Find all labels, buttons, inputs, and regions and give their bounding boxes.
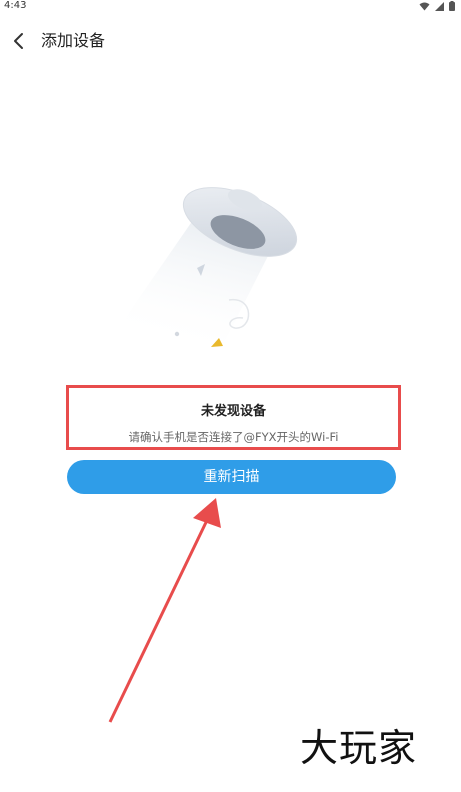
rescan-button[interactable]: 重新扫描 [67, 460, 396, 494]
watermark-logo: 大玩家 [300, 726, 418, 770]
empty-state-box: 未发现设备 请确认手机是否连接了@FYX开头的Wi-Fi [66, 385, 401, 450]
status-bar: 4:43 [0, 0, 461, 14]
empty-state-subtitle: 请确认手机是否连接了@FYX开头的Wi-Fi [128, 430, 339, 444]
app-bar: 添加设备 [0, 24, 461, 58]
status-time: 4:43 [4, 0, 27, 11]
signal-icon [435, 1, 444, 11]
status-icons [419, 1, 455, 11]
back-button[interactable] [4, 27, 32, 55]
ufo-illustration [117, 187, 298, 347]
wifi-icon [419, 2, 430, 10]
battery-icon [449, 1, 455, 11]
page-title: 添加设备 [41, 31, 106, 50]
chevron-left-icon [14, 33, 23, 49]
empty-state-title: 未发现设备 [200, 404, 266, 419]
